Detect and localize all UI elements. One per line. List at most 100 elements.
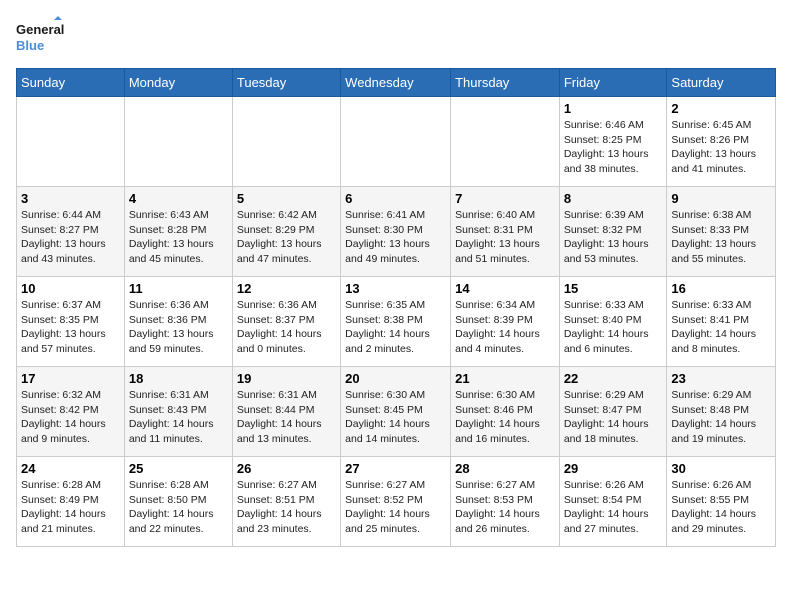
day-info: Sunrise: 6:26 AM Sunset: 8:54 PM Dayligh… [564, 478, 663, 537]
day-info: Sunrise: 6:36 AM Sunset: 8:36 PM Dayligh… [129, 298, 228, 357]
calendar-cell: 24 Sunrise: 6:28 AM Sunset: 8:49 PM Dayli… [17, 457, 125, 547]
day-number: 4 [129, 191, 228, 206]
calendar-cell: 4 Sunrise: 6:43 AM Sunset: 8:28 PM Daylig… [124, 187, 232, 277]
day-info: Sunrise: 6:37 AM Sunset: 8:35 PM Dayligh… [21, 298, 120, 357]
day-number: 12 [237, 281, 336, 296]
day-info: Sunrise: 6:38 AM Sunset: 8:33 PM Dayligh… [671, 208, 771, 267]
day-info: Sunrise: 6:29 AM Sunset: 8:48 PM Dayligh… [671, 388, 771, 447]
day-info: Sunrise: 6:44 AM Sunset: 8:27 PM Dayligh… [21, 208, 120, 267]
logo-svg: General Blue [16, 16, 66, 56]
day-number: 15 [564, 281, 663, 296]
calendar-cell: 22 Sunrise: 6:29 AM Sunset: 8:47 PM Dayli… [559, 367, 667, 457]
day-number: 9 [671, 191, 771, 206]
day-info: Sunrise: 6:31 AM Sunset: 8:44 PM Dayligh… [237, 388, 336, 447]
day-header-saturday: Saturday [667, 69, 776, 97]
day-number: 20 [345, 371, 446, 386]
calendar-cell: 15 Sunrise: 6:33 AM Sunset: 8:40 PM Dayli… [559, 277, 667, 367]
day-number: 8 [564, 191, 663, 206]
day-info: Sunrise: 6:27 AM Sunset: 8:53 PM Dayligh… [455, 478, 555, 537]
svg-text:General: General [16, 22, 64, 37]
day-number: 30 [671, 461, 771, 476]
header: General Blue [16, 16, 776, 56]
week-row-2: 3 Sunrise: 6:44 AM Sunset: 8:27 PM Daylig… [17, 187, 776, 277]
day-number: 23 [671, 371, 771, 386]
calendar-cell: 11 Sunrise: 6:36 AM Sunset: 8:36 PM Dayli… [124, 277, 232, 367]
calendar-body: 1 Sunrise: 6:46 AM Sunset: 8:25 PM Daylig… [17, 97, 776, 547]
day-info: Sunrise: 6:30 AM Sunset: 8:45 PM Dayligh… [345, 388, 446, 447]
calendar-cell: 30 Sunrise: 6:26 AM Sunset: 8:55 PM Dayli… [667, 457, 776, 547]
day-info: Sunrise: 6:42 AM Sunset: 8:29 PM Dayligh… [237, 208, 336, 267]
svg-text:Blue: Blue [16, 38, 44, 53]
day-number: 11 [129, 281, 228, 296]
calendar-cell: 16 Sunrise: 6:33 AM Sunset: 8:41 PM Dayli… [667, 277, 776, 367]
calendar-cell: 6Sunrise: 6:41 AM Sunset: 8:30 PM Daylig… [341, 187, 451, 277]
day-info: Sunrise: 6:27 AM Sunset: 8:52 PM Dayligh… [345, 478, 446, 537]
week-row-5: 24 Sunrise: 6:28 AM Sunset: 8:49 PM Dayli… [17, 457, 776, 547]
day-info: Sunrise: 6:32 AM Sunset: 8:42 PM Dayligh… [21, 388, 120, 447]
calendar-cell: 9 Sunrise: 6:38 AM Sunset: 8:33 PM Daylig… [667, 187, 776, 277]
day-number: 5 [237, 191, 336, 206]
days-header-row: SundayMondayTuesdayWednesdayThursdayFrid… [17, 69, 776, 97]
day-info: Sunrise: 6:35 AM Sunset: 8:38 PM Dayligh… [345, 298, 446, 357]
day-info: Sunrise: 6:45 AM Sunset: 8:26 PM Dayligh… [671, 118, 771, 177]
day-number: 17 [21, 371, 120, 386]
day-info: Sunrise: 6:33 AM Sunset: 8:40 PM Dayligh… [564, 298, 663, 357]
day-info: Sunrise: 6:31 AM Sunset: 8:43 PM Dayligh… [129, 388, 228, 447]
calendar-cell [17, 97, 125, 187]
day-info: Sunrise: 6:43 AM Sunset: 8:28 PM Dayligh… [129, 208, 228, 267]
day-info: Sunrise: 6:28 AM Sunset: 8:50 PM Dayligh… [129, 478, 228, 537]
day-number: 1 [564, 101, 663, 116]
day-header-monday: Monday [124, 69, 232, 97]
calendar-cell [232, 97, 340, 187]
day-info: Sunrise: 6:33 AM Sunset: 8:41 PM Dayligh… [671, 298, 771, 357]
calendar-cell [451, 97, 560, 187]
day-number: 7 [455, 191, 555, 206]
day-number: 28 [455, 461, 555, 476]
week-row-3: 10 Sunrise: 6:37 AM Sunset: 8:35 PM Dayli… [17, 277, 776, 367]
calendar-cell: 10 Sunrise: 6:37 AM Sunset: 8:35 PM Dayli… [17, 277, 125, 367]
calendar-cell: 19 Sunrise: 6:31 AM Sunset: 8:44 PM Dayli… [232, 367, 340, 457]
week-row-1: 1 Sunrise: 6:46 AM Sunset: 8:25 PM Daylig… [17, 97, 776, 187]
calendar-cell: 27 Sunrise: 6:27 AM Sunset: 8:52 PM Dayli… [341, 457, 451, 547]
day-info: Sunrise: 6:39 AM Sunset: 8:32 PM Dayligh… [564, 208, 663, 267]
day-info: Sunrise: 6:27 AM Sunset: 8:51 PM Dayligh… [237, 478, 336, 537]
calendar-cell: 2Sunrise: 6:45 AM Sunset: 8:26 PM Daylig… [667, 97, 776, 187]
day-info: Sunrise: 6:29 AM Sunset: 8:47 PM Dayligh… [564, 388, 663, 447]
calendar-cell: 14 Sunrise: 6:34 AM Sunset: 8:39 PM Dayli… [451, 277, 560, 367]
day-number: 10 [21, 281, 120, 296]
calendar-cell: 12Sunrise: 6:36 AM Sunset: 8:37 PM Dayli… [232, 277, 340, 367]
calendar-cell: 5 Sunrise: 6:42 AM Sunset: 8:29 PM Daylig… [232, 187, 340, 277]
calendar-cell: 13Sunrise: 6:35 AM Sunset: 8:38 PM Dayli… [341, 277, 451, 367]
day-info: Sunrise: 6:26 AM Sunset: 8:55 PM Dayligh… [671, 478, 771, 537]
day-number: 14 [455, 281, 555, 296]
calendar-cell: 23 Sunrise: 6:29 AM Sunset: 8:48 PM Dayli… [667, 367, 776, 457]
day-number: 22 [564, 371, 663, 386]
week-row-4: 17 Sunrise: 6:32 AM Sunset: 8:42 PM Dayli… [17, 367, 776, 457]
day-number: 25 [129, 461, 228, 476]
day-info: Sunrise: 6:30 AM Sunset: 8:46 PM Dayligh… [455, 388, 555, 447]
day-info: Sunrise: 6:28 AM Sunset: 8:49 PM Dayligh… [21, 478, 120, 537]
day-number: 3 [21, 191, 120, 206]
day-number: 24 [21, 461, 120, 476]
calendar-cell: 1 Sunrise: 6:46 AM Sunset: 8:25 PM Daylig… [559, 97, 667, 187]
day-number: 29 [564, 461, 663, 476]
day-header-wednesday: Wednesday [341, 69, 451, 97]
calendar-cell: 29 Sunrise: 6:26 AM Sunset: 8:54 PM Dayli… [559, 457, 667, 547]
calendar-cell: 20 Sunrise: 6:30 AM Sunset: 8:45 PM Dayli… [341, 367, 451, 457]
day-number: 19 [237, 371, 336, 386]
calendar-cell: 8 Sunrise: 6:39 AM Sunset: 8:32 PM Daylig… [559, 187, 667, 277]
day-header-sunday: Sunday [17, 69, 125, 97]
day-info: Sunrise: 6:46 AM Sunset: 8:25 PM Dayligh… [564, 118, 663, 177]
day-number: 27 [345, 461, 446, 476]
day-number: 16 [671, 281, 771, 296]
day-info: Sunrise: 6:34 AM Sunset: 8:39 PM Dayligh… [455, 298, 555, 357]
day-header-friday: Friday [559, 69, 667, 97]
day-number: 6 [345, 191, 446, 206]
calendar-cell: 18 Sunrise: 6:31 AM Sunset: 8:43 PM Dayli… [124, 367, 232, 457]
calendar-cell [341, 97, 451, 187]
day-info: Sunrise: 6:40 AM Sunset: 8:31 PM Dayligh… [455, 208, 555, 267]
calendar-cell: 28 Sunrise: 6:27 AM Sunset: 8:53 PM Dayli… [451, 457, 560, 547]
day-header-thursday: Thursday [451, 69, 560, 97]
day-number: 18 [129, 371, 228, 386]
calendar-cell: 21Sunrise: 6:30 AM Sunset: 8:46 PM Dayli… [451, 367, 560, 457]
